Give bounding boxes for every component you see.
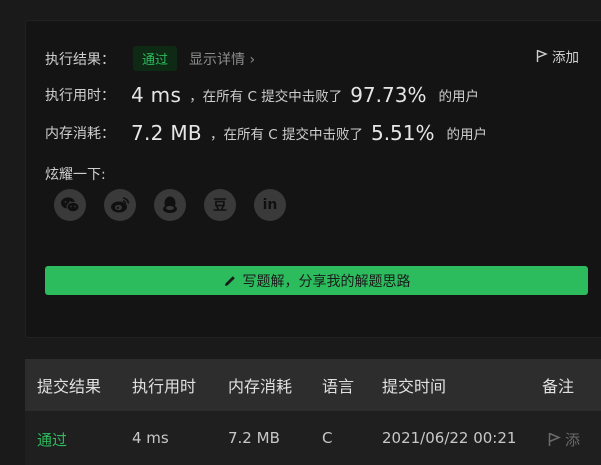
weibo-icon[interactable] bbox=[104, 189, 136, 221]
wechat-icon[interactable] bbox=[54, 189, 86, 221]
row-submit-time: 2021/06/22 00:21 bbox=[382, 429, 517, 447]
douban-icon[interactable]: 豆 bbox=[204, 189, 236, 221]
header-submit-time: 提交时间 bbox=[382, 377, 447, 396]
memory-label: 内存消耗： bbox=[45, 126, 115, 142]
share-row: 炫耀一下: bbox=[45, 164, 106, 184]
memory-value: 7.2 MB bbox=[131, 121, 202, 145]
show-details-link[interactable]: 显示详情 › bbox=[189, 49, 255, 69]
runtime-mid-text: ，在所有 C 提交中击败了 bbox=[189, 89, 343, 105]
add-note-button[interactable]: 添加 bbox=[536, 46, 579, 66]
header-language: 语言 bbox=[322, 377, 355, 396]
result-row: 执行结果： 通过 显示详情 › bbox=[45, 46, 255, 71]
row-add-note-button[interactable]: 添 bbox=[548, 429, 580, 450]
header-memory: 内存消耗 bbox=[228, 377, 293, 396]
row-runtime: 4 ms bbox=[132, 429, 169, 447]
share-icons: 豆 in bbox=[54, 189, 304, 221]
header-note: 备注 bbox=[542, 377, 575, 396]
show-details-label: 显示详情 bbox=[189, 51, 246, 68]
row-memory: 7.2 MB bbox=[228, 429, 280, 447]
runtime-suffix: 的用户 bbox=[438, 89, 479, 105]
result-label: 执行结果： bbox=[45, 51, 115, 68]
row-language: C bbox=[322, 429, 333, 447]
runtime-row: 执行用时： 4 ms ，在所有 C 提交中击败了 97.73% 的用户 bbox=[45, 83, 479, 107]
row-result-link[interactable]: 通过 bbox=[37, 429, 67, 450]
table-header: 提交结果 执行用时 内存消耗 语言 提交时间 备注 bbox=[25, 359, 601, 411]
submission-result-card: 执行结果： 通过 显示详情 › 添加 执行用时： 4 ms ，在所有 C 提交中… bbox=[25, 20, 601, 338]
memory-mid-text: ，在所有 C 提交中击败了 bbox=[209, 127, 363, 143]
memory-suffix: 的用户 bbox=[446, 127, 488, 143]
header-result: 提交结果 bbox=[37, 377, 102, 396]
submissions-table: 提交结果 执行用时 内存消耗 语言 提交时间 备注 通过 4 ms 7.2 MB… bbox=[25, 359, 601, 465]
add-note-label: 添加 bbox=[552, 50, 579, 66]
linkedin-icon[interactable]: in bbox=[254, 189, 286, 221]
table-row: 通过 4 ms 7.2 MB C 2021/06/22 00:21 添 bbox=[25, 411, 601, 465]
share-label: 炫耀一下: bbox=[45, 167, 106, 183]
flag-icon bbox=[536, 49, 548, 63]
runtime-label: 执行用时： bbox=[45, 88, 115, 104]
status-badge: 通过 bbox=[133, 46, 178, 71]
flag-icon bbox=[548, 432, 561, 447]
write-solution-label: 写题解，分享我的解题思路 bbox=[242, 273, 411, 290]
memory-percent: 5.51% bbox=[370, 121, 435, 145]
pencil-icon bbox=[223, 274, 237, 288]
runtime-value: 4 ms bbox=[131, 83, 182, 107]
memory-row: 内存消耗： 7.2 MB ，在所有 C 提交中击败了 5.51% 的用户 bbox=[45, 121, 487, 145]
write-solution-button[interactable]: 写题解，分享我的解题思路 bbox=[45, 266, 588, 295]
row-add-note-label: 添 bbox=[565, 431, 581, 449]
runtime-percent: 97.73% bbox=[350, 83, 427, 107]
chevron-right-icon: › bbox=[249, 51, 256, 68]
qq-icon[interactable] bbox=[154, 189, 186, 221]
header-runtime: 执行用时 bbox=[132, 377, 197, 396]
